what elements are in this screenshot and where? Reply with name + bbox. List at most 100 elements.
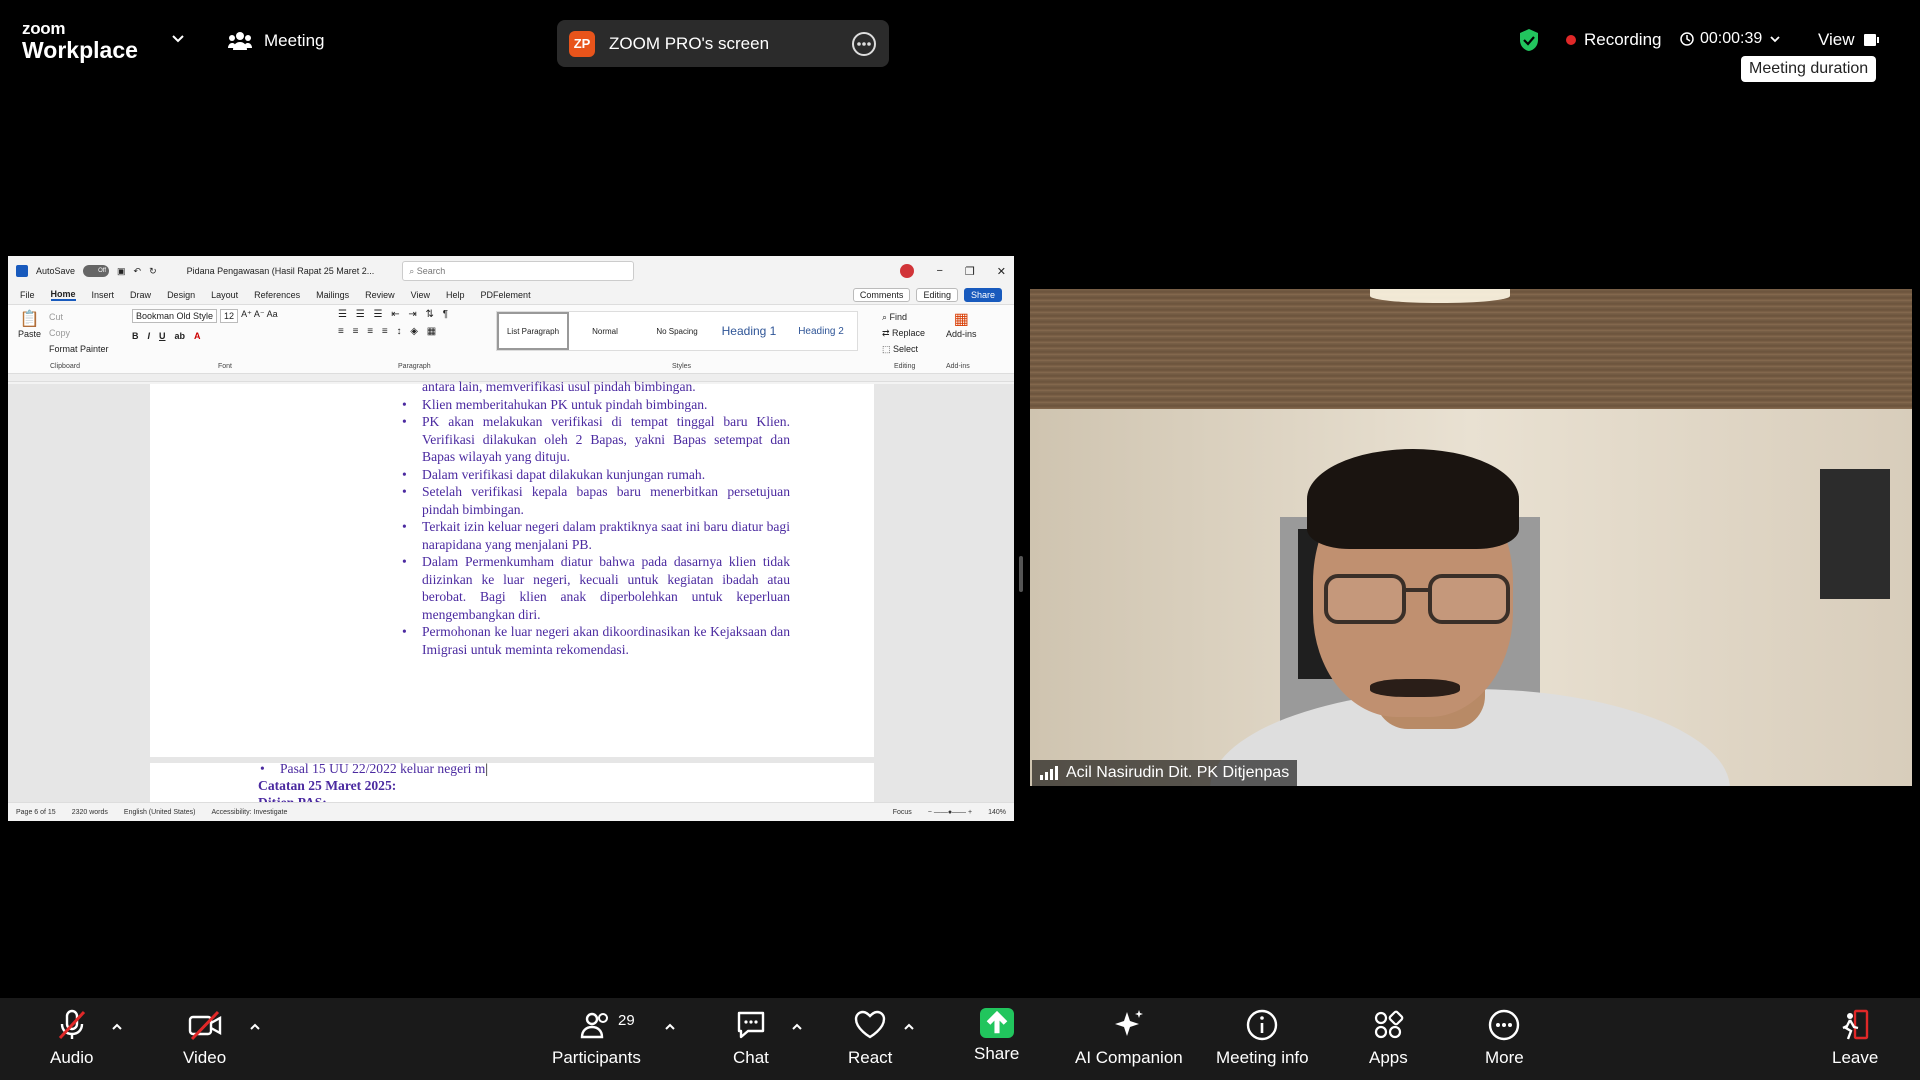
video-button[interactable]: Video	[183, 1008, 226, 1068]
screen-share-pill[interactable]: ZP ZOOM PRO's screen	[557, 20, 889, 67]
document-title[interactable]: Pidana Pengawasan (Hasil Rapat 25 Maret …	[187, 266, 375, 276]
tab-pdfelement[interactable]: PDFelement	[481, 290, 531, 300]
view-button[interactable]: View	[1818, 30, 1879, 50]
align-buttons[interactable]: ≡ ≡ ≡ ≡ ↕ ◈ ▦	[338, 326, 451, 337]
video-options-caret-icon[interactable]	[248, 1020, 262, 1034]
signal-strength-icon	[1040, 766, 1058, 780]
tab-layout[interactable]: Layout	[211, 290, 238, 300]
paste-button[interactable]: 📋 Paste	[18, 309, 41, 357]
page-count[interactable]: Page 6 of 15	[16, 809, 56, 816]
accessibility-status[interactable]: Accessibility: Investigate	[212, 809, 288, 816]
tab-references[interactable]: References	[254, 290, 300, 300]
style-normal[interactable]: Normal	[569, 312, 641, 350]
participant-video[interactable]	[1030, 289, 1912, 786]
view-label: View	[1818, 30, 1855, 49]
close-icon[interactable]: ✕	[997, 265, 1006, 278]
word-search-input[interactable]: ⌕ Search	[402, 261, 635, 281]
ai-companion-button[interactable]: AI Companion	[1075, 1008, 1183, 1068]
restore-icon[interactable]: ❐	[965, 265, 975, 278]
chevron-down-icon[interactable]	[170, 30, 186, 46]
chat-label: Chat	[733, 1048, 769, 1067]
autosave-label: AutoSave	[36, 266, 76, 276]
replace-button[interactable]: ⇄ Replace	[882, 325, 925, 341]
audio-options-caret-icon[interactable]	[110, 1020, 124, 1034]
focus-button[interactable]: Focus	[893, 809, 912, 816]
chat-button[interactable]: Chat	[733, 1008, 769, 1068]
tab-draw[interactable]: Draw	[130, 290, 151, 300]
editing-group-label: Editing	[894, 363, 916, 370]
bold-button[interactable]: B	[132, 331, 139, 341]
addins-button[interactable]: ▦ Add-ins	[946, 309, 977, 339]
language[interactable]: English (United States)	[124, 809, 196, 816]
meeting-info-button[interactable]: Meeting info	[1216, 1008, 1309, 1068]
apps-button[interactable]: Apps	[1369, 1008, 1408, 1068]
react-button[interactable]: React	[848, 1008, 892, 1068]
find-button[interactable]: ⌕ Find	[882, 309, 925, 325]
select-button[interactable]: ⬚ Select	[882, 341, 925, 357]
font-size-select[interactable]: 12	[220, 309, 239, 323]
participants-options-caret-icon[interactable]	[663, 1020, 677, 1034]
strikethrough-button[interactable]: ab	[175, 331, 186, 341]
format-painter-button[interactable]: Format Painter	[49, 341, 109, 357]
font-color-button[interactable]: A	[194, 331, 201, 341]
word-logo-icon	[16, 265, 28, 277]
meeting-label: Meeting	[264, 31, 325, 50]
autosave-toggle[interactable]: Off	[83, 265, 110, 277]
style-heading-2[interactable]: Heading 2	[785, 312, 857, 350]
minimize-icon[interactable]: −	[936, 265, 942, 277]
encryption-shield-icon[interactable]	[1518, 28, 1540, 52]
save-icon[interactable]: ▣	[117, 266, 126, 277]
grow-font-icon[interactable]: A⁺ A⁻ Aa	[241, 309, 278, 323]
tab-home[interactable]: Home	[50, 289, 76, 301]
section-heading: Catatan 25 Maret 2025:	[258, 778, 397, 793]
recording-indicator[interactable]: Recording	[1566, 30, 1662, 50]
heart-icon	[855, 1010, 886, 1039]
editing-mode-button[interactable]: Editing	[916, 288, 958, 302]
document-page[interactable]: antara lain, memverifikasi usul pindah b…	[150, 379, 874, 802]
zoom-slider[interactable]: − ——●—— +	[928, 809, 972, 816]
font-name-select[interactable]: Bookman Old Style	[132, 309, 218, 323]
split-divider-handle[interactable]	[1019, 556, 1023, 592]
underline-button[interactable]: U	[159, 331, 166, 341]
copy-button[interactable]: Copy	[49, 325, 109, 341]
top-bar: zoom Workplace Meeting ZP ZOOM PRO's scr…	[0, 0, 1920, 82]
tab-file[interactable]: File	[20, 290, 35, 300]
redo-icon[interactable]: ↻	[149, 266, 157, 277]
tab-review[interactable]: Review	[365, 290, 395, 300]
audio-button[interactable]: Audio	[50, 1008, 93, 1068]
style-list-paragraph[interactable]: List Paragraph	[497, 312, 569, 350]
tab-mailings[interactable]: Mailings	[316, 290, 349, 300]
word-share-button[interactable]: Share	[963, 288, 1002, 302]
tab-help[interactable]: Help	[446, 290, 465, 300]
zoom-level[interactable]: 140%	[988, 809, 1006, 816]
tab-insert[interactable]: Insert	[92, 290, 115, 300]
document-canvas[interactable]: antara lain, memverifikasi usul pindah b…	[8, 379, 1014, 810]
italic-button[interactable]: I	[148, 331, 151, 341]
meeting-timer[interactable]: 00:00:39	[1680, 30, 1782, 48]
list-item: Permohonan ke luar negeri akan dikoordin…	[400, 623, 790, 658]
style-heading-1[interactable]: Heading 1	[713, 312, 785, 350]
recording-label: Recording	[1584, 30, 1662, 49]
list-buttons[interactable]: ☰ ☰ ☰ ⇤ ⇥ ⇅ ¶	[338, 309, 451, 320]
search-placeholder: Search	[416, 266, 446, 276]
chat-options-caret-icon[interactable]	[790, 1020, 804, 1034]
cut-button[interactable]: Cut	[49, 309, 109, 325]
style-no-spacing[interactable]: No Spacing	[641, 312, 713, 350]
tab-design[interactable]: Design	[167, 290, 195, 300]
more-options-icon[interactable]	[851, 31, 877, 57]
undo-icon[interactable]: ↶	[134, 266, 142, 277]
leave-button[interactable]: Leave	[1832, 1008, 1878, 1068]
font-group: Bookman Old Style 12 A⁺ A⁻ Aa B I U ab A	[132, 309, 278, 341]
share-button[interactable]: Share	[974, 1008, 1019, 1064]
react-options-caret-icon[interactable]	[902, 1020, 916, 1034]
more-button[interactable]: More	[1485, 1008, 1524, 1068]
user-avatar[interactable]	[900, 264, 915, 278]
shared-screen[interactable]: AutoSave Off ▣ ↶ ↻ Pidana Pengawasan (Ha…	[8, 256, 1014, 821]
audio-label: Audio	[50, 1048, 94, 1067]
editing-group: ⌕ Find ⇄ Replace ⬚ Select	[882, 309, 925, 357]
tab-view[interactable]: View	[411, 290, 430, 300]
comments-button[interactable]: Comments	[852, 288, 911, 302]
word-count[interactable]: 2320 words	[72, 809, 108, 816]
meeting-menu-button[interactable]: Meeting	[228, 30, 324, 52]
document-body[interactable]: antara lain, memverifikasi usul pindah b…	[400, 379, 790, 658]
